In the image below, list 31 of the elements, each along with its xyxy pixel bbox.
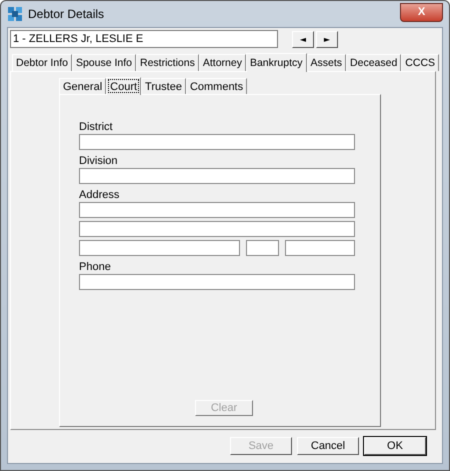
tab[interactable]: General [59, 78, 106, 94]
field-label: District [79, 121, 114, 133]
text-field[interactable] [79, 202, 355, 218]
tab[interactable]: Comments [186, 78, 248, 94]
tab[interactable]: Assets [306, 54, 346, 71]
tab[interactable]: CCCS [401, 54, 440, 71]
tab[interactable]: Spouse Info [72, 54, 136, 71]
previous-button[interactable]: ◄ [292, 30, 314, 48]
field-label: Division [79, 155, 119, 167]
tab[interactable]: Bankruptcy [246, 53, 306, 72]
field-label: Phone [79, 261, 112, 273]
tab[interactable]: Trustee [141, 78, 186, 94]
tab[interactable]: Debtor Info [12, 54, 72, 71]
dialog-button[interactable]: Cancel [297, 437, 359, 455]
window-title: Debtor Details [28, 7, 104, 21]
app-icon [7, 6, 23, 22]
text-field[interactable] [79, 168, 355, 184]
dialog-button[interactable]: OK [364, 437, 426, 455]
field-label: Address [79, 189, 120, 201]
tab[interactable]: Attorney [198, 54, 246, 71]
text-field[interactable] [79, 221, 355, 237]
tab[interactable]: Court [106, 77, 142, 95]
tab[interactable]: Restrictions [136, 54, 199, 71]
tab[interactable]: Deceased [346, 54, 402, 71]
text-field[interactable] [285, 240, 355, 256]
text-field[interactable] [79, 274, 355, 290]
text-field[interactable] [79, 134, 355, 150]
text-field[interactable] [79, 240, 240, 256]
text-field[interactable] [246, 240, 279, 256]
next-button[interactable]: ► [316, 30, 338, 48]
debtor-field[interactable]: 1 - ZELLERS Jr, LESLIE E [10, 30, 278, 48]
